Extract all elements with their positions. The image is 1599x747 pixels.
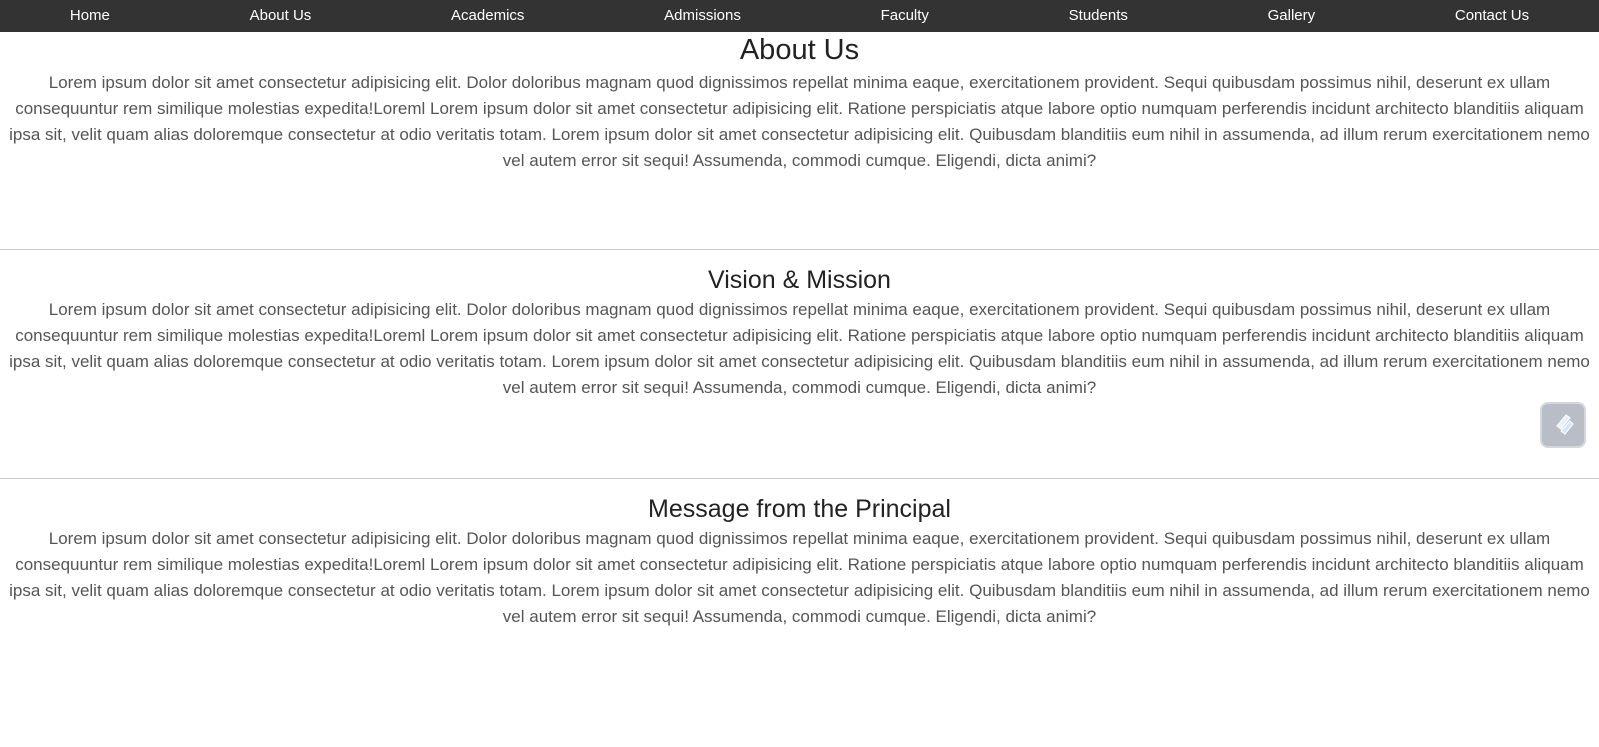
vision-mission-heading: Vision & Mission: [708, 266, 891, 294]
section-divider: [0, 249, 1599, 250]
principal-message-section: Message from the Principal Lorem ipsum d…: [0, 492, 1599, 630]
vision-mission-text: Lorem ipsum dolor sit amet consectetur a…: [9, 300, 1590, 397]
nav-about-us[interactable]: About Us: [250, 4, 312, 28]
nav-students[interactable]: Students: [1069, 4, 1128, 28]
nav-contact-us[interactable]: Contact Us: [1455, 4, 1529, 28]
principal-message-text: Lorem ipsum dolor sit amet consectetur a…: [9, 529, 1590, 626]
nav-academics[interactable]: Academics: [451, 4, 524, 28]
section-divider: [0, 478, 1599, 479]
nav-gallery[interactable]: Gallery: [1268, 4, 1316, 28]
about-us-section: About Us Lorem ipsum dolor sit amet cons…: [0, 33, 1599, 174]
floating-action-button[interactable]: [1540, 402, 1586, 448]
top-navigation: Home About Us Academics Admissions Facul…: [0, 0, 1599, 32]
about-us-text: Lorem ipsum dolor sit amet consectetur a…: [9, 73, 1590, 170]
nav-admissions[interactable]: Admissions: [664, 4, 741, 28]
about-us-heading: About Us: [739, 34, 860, 66]
vision-mission-section: Vision & Mission Lorem ipsum dolor sit a…: [0, 263, 1599, 401]
pen-icon: [1549, 409, 1577, 442]
nav-home[interactable]: Home: [70, 4, 110, 28]
principal-message-heading: Message from the Principal: [648, 495, 951, 523]
nav-faculty[interactable]: Faculty: [881, 4, 929, 28]
